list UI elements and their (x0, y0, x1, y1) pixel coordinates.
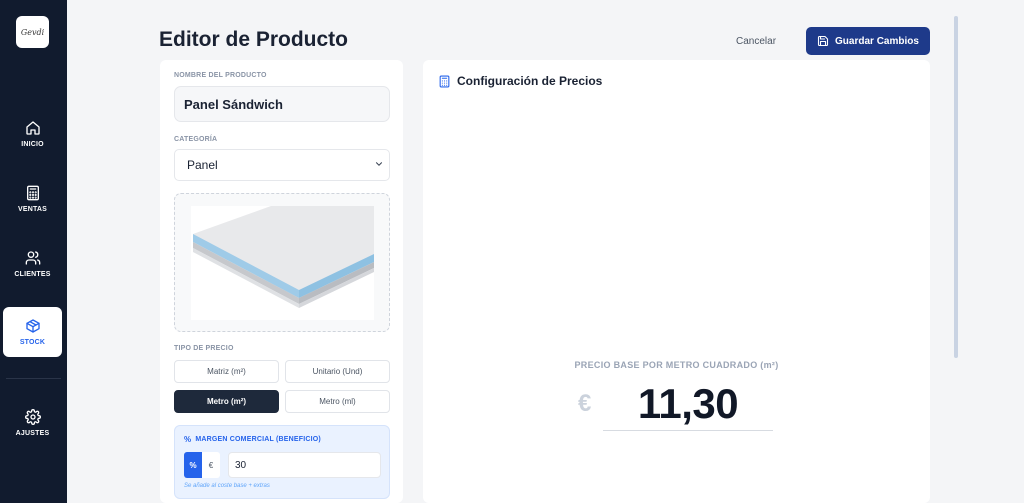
product-image (191, 206, 374, 320)
currency-symbol: € (578, 390, 592, 417)
pricing-title-text: Configuración de Precios (457, 74, 603, 88)
price-type-unitario[interactable]: Unitario (Und) (285, 360, 390, 383)
logo-text: Gevdi (20, 27, 45, 37)
users-icon (25, 251, 40, 265)
category-select[interactable]: Panel (174, 149, 390, 181)
sidebar-item-ventas[interactable]: VENTAS (3, 174, 62, 224)
base-price-input[interactable]: 11,30 (603, 377, 773, 431)
sidebar-item-label: VENTAS (17, 206, 48, 213)
home-icon (25, 121, 40, 135)
save-button-label: Guardar Cambios (835, 35, 919, 47)
product-name-label: NOMBRE DEL PRODUCTO (174, 72, 267, 79)
margin-card: % MARGEN COMERCIAL (BENEFICIO) % € 30 Se… (174, 425, 390, 499)
calculator-icon (439, 75, 450, 87)
price-type-metro-m2[interactable]: Metro (m²) (174, 390, 279, 413)
category-label: CATEGORÍA (174, 136, 218, 143)
calculator-icon (26, 185, 39, 201)
pricing-panel: Configuración de Precios PRECIO BASE POR… (423, 60, 930, 503)
category-value: Panel (187, 158, 218, 172)
cancel-button[interactable]: Cancelar (736, 31, 776, 51)
sidebar-item-inicio[interactable]: INICIO (3, 109, 62, 159)
base-price-label: PRECIO BASE POR METRO CUADRADO (m²) (574, 360, 779, 370)
sidebar-item-ajustes[interactable]: AJUSTES (3, 398, 62, 448)
margin-title-text: MARGEN COMERCIAL (BENEFICIO) (195, 436, 321, 443)
price-type-matriz[interactable]: Matriz (m²) (174, 360, 279, 383)
save-button[interactable]: Guardar Cambios (806, 27, 930, 55)
sidebar-item-label: CLIENTES (14, 271, 51, 278)
app-logo[interactable]: Gevdi (16, 16, 49, 48)
product-image-dropzone[interactable] (174, 193, 390, 332)
product-name-input[interactable]: Panel Sándwich (174, 86, 390, 122)
margin-percent-toggle[interactable]: % (184, 452, 202, 478)
percent-icon: % (184, 435, 192, 444)
price-type-metro-ml[interactable]: Metro (ml) (285, 390, 390, 413)
sidebar-item-label: STOCK (19, 339, 46, 346)
sidebar: Gevdi INICIO VENTAS CLIENTES STOCK AJUST… (0, 0, 67, 503)
sandwich-panel-illustration (193, 206, 374, 308)
pricing-title: Configuración de Precios (439, 74, 602, 88)
sidebar-item-label: INICIO (21, 141, 44, 148)
price-type-label: TIPO DE PRECIO (174, 345, 234, 352)
page-title: Editor de Producto (159, 28, 348, 51)
margin-title: % MARGEN COMERCIAL (BENEFICIO) (184, 435, 321, 444)
margin-input[interactable]: 30 (228, 452, 381, 478)
box-icon (25, 319, 40, 333)
margin-hint: Se añade al coste base + extras (184, 483, 270, 489)
sidebar-item-label: AJUSTES (15, 430, 50, 437)
scrollbar[interactable] (954, 16, 958, 358)
margin-euro-toggle[interactable]: € (202, 452, 220, 478)
sidebar-divider (6, 378, 61, 379)
sidebar-item-clientes[interactable]: CLIENTES (3, 239, 62, 289)
gear-icon (24, 409, 41, 425)
sidebar-item-stock[interactable]: STOCK (3, 307, 62, 357)
save-icon (817, 35, 829, 47)
chevron-down-icon (375, 162, 383, 166)
product-details-panel: NOMBRE DEL PRODUCTO Panel Sándwich CATEG… (160, 60, 403, 503)
